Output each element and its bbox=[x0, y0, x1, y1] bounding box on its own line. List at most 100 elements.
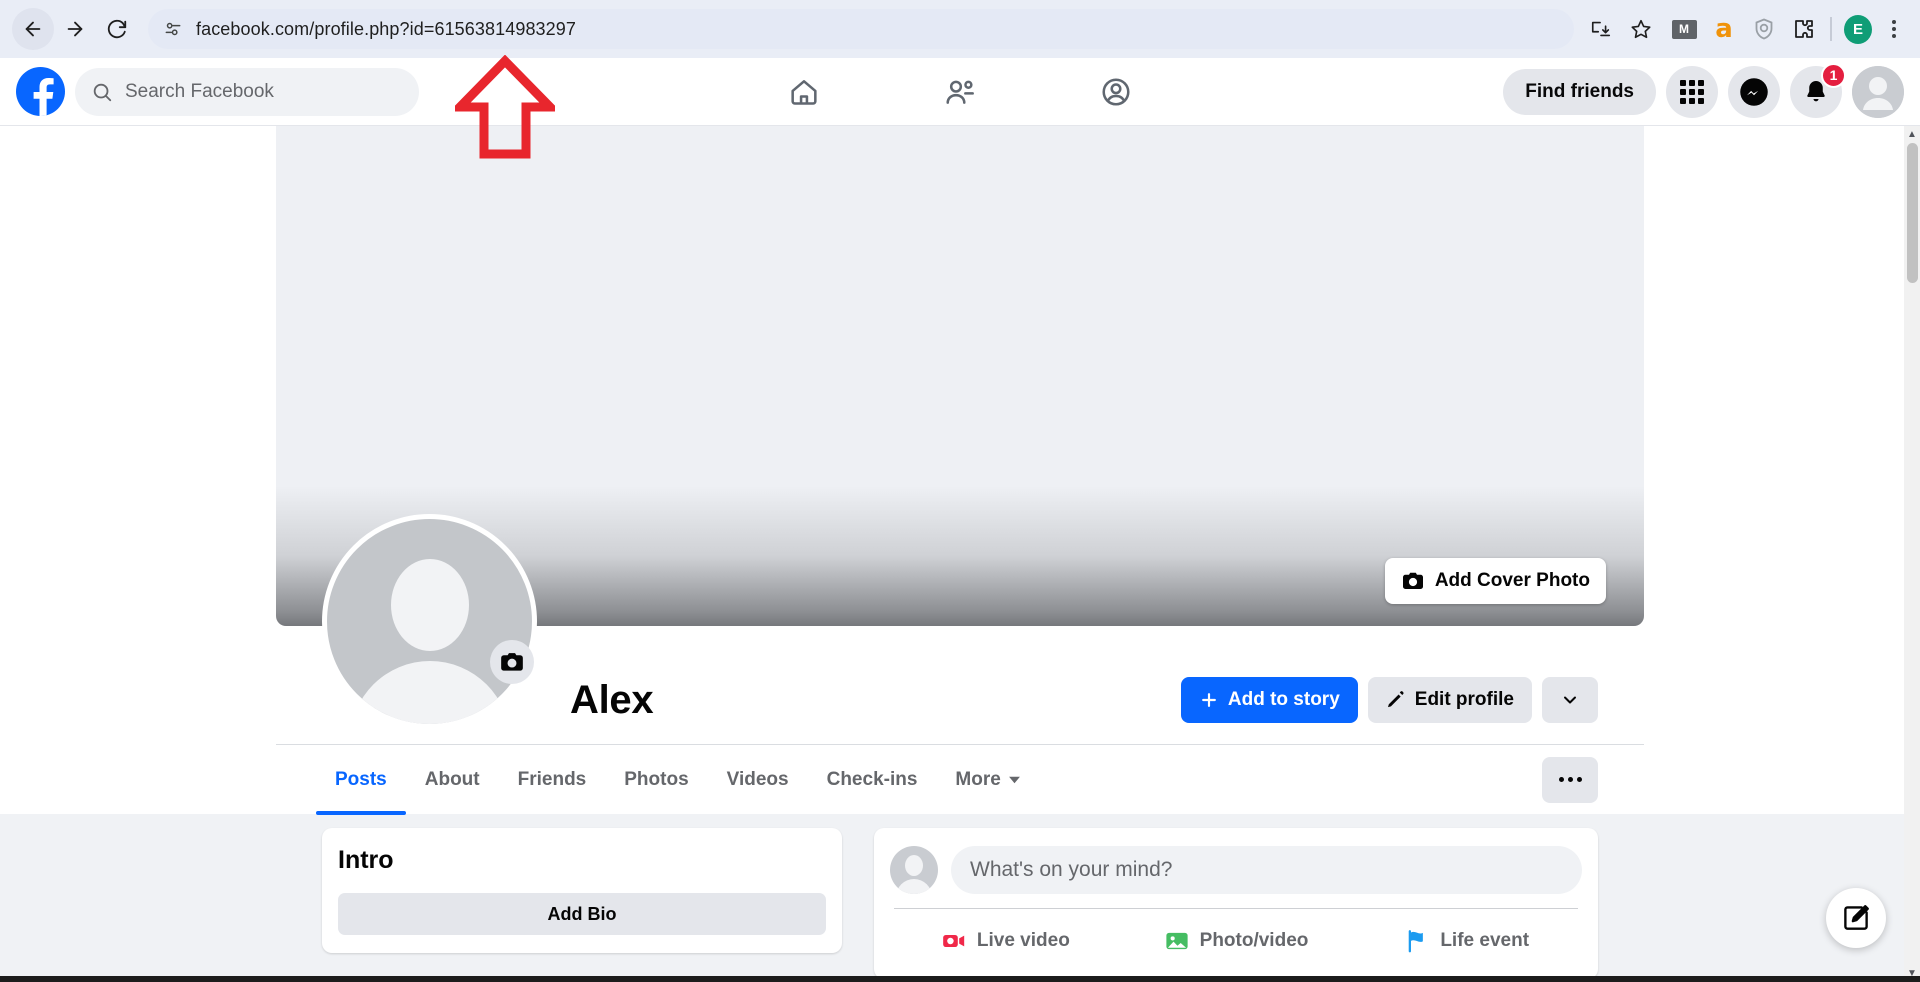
plus-icon bbox=[1201, 693, 1216, 707]
profile-circle-icon bbox=[1102, 77, 1130, 106]
profile-more-dropdown-button[interactable] bbox=[1542, 677, 1598, 723]
page-content: Add Cover Photo Alex Add to story Edit p… bbox=[0, 126, 1920, 982]
shield-extension-icon[interactable] bbox=[1750, 15, 1778, 43]
page-title: Alex bbox=[570, 677, 654, 722]
tab-posts[interactable]: Posts bbox=[316, 745, 406, 815]
extension-icons: M a E bbox=[1670, 14, 1908, 44]
composer-input[interactable]: What's on your mind? bbox=[951, 846, 1582, 894]
change-profile-photo-button[interactable] bbox=[490, 640, 534, 684]
install-app-button[interactable] bbox=[1582, 10, 1620, 48]
back-button[interactable] bbox=[12, 8, 54, 50]
toolbar-divider bbox=[1830, 17, 1832, 41]
amazon-extension-icon[interactable]: a bbox=[1710, 15, 1738, 43]
avatar-head-shape bbox=[390, 559, 469, 651]
edit-profile-label: Edit profile bbox=[1414, 689, 1514, 710]
chevron-down-icon bbox=[1008, 776, 1020, 784]
avatar-body-shape bbox=[349, 661, 510, 724]
messenger-button[interactable] bbox=[1728, 65, 1780, 118]
account-avatar[interactable] bbox=[1852, 65, 1904, 118]
tab-photos[interactable]: Photos bbox=[605, 745, 707, 815]
profile-action-buttons: Add to story Edit profile bbox=[1180, 677, 1598, 723]
add-bio-button[interactable]: Add Bio bbox=[338, 893, 826, 935]
find-friends-button[interactable]: Find friends bbox=[1503, 68, 1656, 115]
reload-button[interactable] bbox=[96, 8, 138, 50]
scrollbar-up-arrow[interactable]: ▲ bbox=[1904, 126, 1920, 143]
camera-icon bbox=[501, 653, 523, 671]
compose-pencil-icon bbox=[1844, 905, 1869, 930]
tab-more[interactable]: More bbox=[936, 745, 1039, 815]
extensions-puzzle-icon[interactable] bbox=[1790, 15, 1818, 43]
profile-content: Intro Add Bio What's on your mind? Live … bbox=[276, 828, 1644, 979]
intro-card: Intro Add Bio bbox=[322, 828, 842, 953]
back-arrow-icon bbox=[25, 21, 41, 37]
profile-shell: Add Cover Photo Alex Add to story Edit p… bbox=[0, 126, 1920, 815]
bookmark-button[interactable] bbox=[1622, 10, 1660, 48]
nav-home[interactable] bbox=[774, 64, 834, 120]
apps-grid-icon bbox=[1680, 79, 1704, 104]
add-cover-photo-label: Add Cover Photo bbox=[1434, 570, 1590, 591]
tab-videos[interactable]: Videos bbox=[708, 745, 808, 815]
nav-friends[interactable] bbox=[930, 64, 990, 120]
notifications-button[interactable]: 1 bbox=[1790, 62, 1846, 118]
add-cover-photo-button[interactable]: Add Cover Photo bbox=[1384, 558, 1606, 604]
chrome-profile-avatar[interactable]: E bbox=[1844, 14, 1872, 44]
ellipsis-icon bbox=[1558, 777, 1564, 782]
reload-icon bbox=[107, 19, 127, 39]
tab-checkins[interactable]: Check-ins bbox=[808, 745, 937, 815]
life-event-flag-icon bbox=[1409, 930, 1424, 953]
address-bar[interactable]: facebook.com/profile.php?id=615638149832… bbox=[148, 9, 1574, 49]
star-icon bbox=[1631, 19, 1651, 39]
left-column: Intro Add Bio bbox=[322, 828, 842, 979]
site-settings-icon[interactable] bbox=[162, 18, 184, 40]
search-input[interactable]: Search Facebook bbox=[75, 67, 419, 116]
nav-profile[interactable] bbox=[1086, 64, 1146, 120]
chrome-menu-icon[interactable] bbox=[1884, 20, 1904, 38]
photo-video-button[interactable]: Photo/video bbox=[1121, 921, 1352, 961]
tabs-list: Posts About Friends Photos Videos Check-… bbox=[316, 745, 1040, 815]
tabs-more-options-button[interactable] bbox=[1542, 756, 1598, 803]
tab-friends[interactable]: Friends bbox=[499, 745, 606, 815]
tab-about[interactable]: About bbox=[406, 745, 499, 815]
facebook-main-nav bbox=[774, 64, 1146, 120]
composer-avatar[interactable] bbox=[890, 846, 938, 894]
post-composer-card: What's on your mind? Live video Photo/vi… bbox=[874, 828, 1598, 979]
home-icon bbox=[791, 79, 817, 105]
live-video-icon bbox=[943, 935, 965, 947]
forward-arrow-icon bbox=[67, 21, 83, 37]
add-to-story-label: Add to story bbox=[1227, 689, 1340, 710]
edit-profile-button[interactable]: Edit profile bbox=[1367, 677, 1532, 723]
intro-title: Intro bbox=[338, 846, 394, 874]
life-event-button[interactable]: Life event bbox=[1351, 921, 1582, 961]
pencil-icon bbox=[1387, 691, 1404, 708]
compose-fab-button[interactable] bbox=[1826, 888, 1886, 948]
apps-grid-button[interactable] bbox=[1666, 65, 1718, 118]
omnibox-actions bbox=[1582, 10, 1660, 48]
url-text: facebook.com/profile.php?id=615638149832… bbox=[196, 18, 577, 39]
forward-button[interactable] bbox=[54, 8, 96, 50]
camera-icon bbox=[1402, 572, 1423, 589]
composer-placeholder: What's on your mind? bbox=[970, 858, 1173, 881]
live-video-button[interactable]: Live video bbox=[890, 921, 1121, 961]
page-scrollbar[interactable]: ▲ ▼ bbox=[1904, 126, 1920, 982]
right-column: What's on your mind? Live video Photo/vi… bbox=[874, 828, 1598, 979]
install-app-icon bbox=[1591, 21, 1611, 37]
notification-badge: 1 bbox=[1821, 62, 1846, 88]
facebook-header-actions: Find friends 1 bbox=[1503, 62, 1904, 118]
search-icon bbox=[93, 83, 112, 101]
facebook-logo[interactable] bbox=[16, 67, 65, 116]
gmail-extension-icon[interactable]: M bbox=[1670, 15, 1698, 43]
messenger-icon bbox=[1740, 77, 1768, 106]
profile-tabs: Posts About Friends Photos Videos Check-… bbox=[276, 744, 1644, 815]
chevron-down-icon bbox=[1564, 696, 1576, 704]
add-to-story-button[interactable]: Add to story bbox=[1180, 677, 1358, 723]
composer-top-row: What's on your mind? bbox=[890, 846, 1582, 894]
composer-actions: Live video Photo/video Life event bbox=[890, 909, 1582, 961]
friends-icon bbox=[946, 80, 974, 104]
scrollbar-thumb[interactable] bbox=[1907, 143, 1918, 283]
browser-toolbar: facebook.com/profile.php?id=615638149832… bbox=[0, 0, 1920, 58]
search-placeholder: Search Facebook bbox=[125, 80, 274, 102]
bottom-edge-strip bbox=[0, 976, 1920, 982]
facebook-header: Search Facebook Find friends 1 bbox=[0, 58, 1920, 126]
cover-section: Add Cover Photo bbox=[276, 126, 1644, 729]
profile-picture[interactable] bbox=[322, 514, 537, 729]
